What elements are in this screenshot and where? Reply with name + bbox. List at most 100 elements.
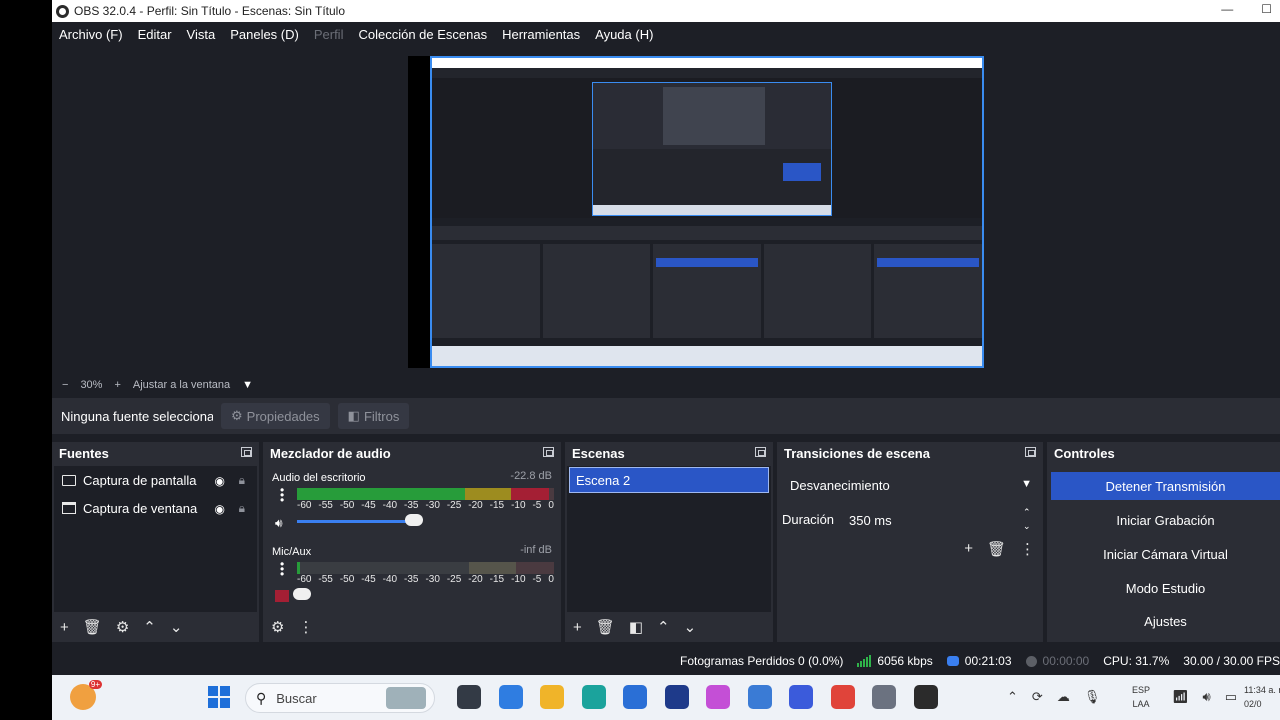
- volume-icon[interactable]: 🔊︎: [1203, 689, 1211, 705]
- preview-canvas[interactable]: [408, 56, 984, 368]
- zoom-dropdown-icon[interactable]: ▼: [242, 379, 253, 391]
- add-source-button[interactable]: +: [60, 619, 69, 636]
- stream-time: 00:21:03: [946, 654, 1012, 668]
- move-up-button[interactable]: ⌃: [143, 618, 156, 636]
- battery-icon[interactable]: ▭: [1225, 689, 1237, 705]
- taskbar-search[interactable]: ⚲ Buscar: [245, 683, 435, 713]
- settings-button[interactable]: Ajustes: [1051, 607, 1280, 635]
- add-transition-button[interactable]: +: [964, 540, 973, 558]
- store-icon[interactable]: [623, 685, 647, 709]
- obs-icon[interactable]: [913, 685, 938, 709]
- studio-mode-button[interactable]: Modo Estudio: [1051, 574, 1280, 602]
- channel-menu-icon[interactable]: • • •: [280, 558, 284, 580]
- sources-dock: Fuentes Captura de pantalla ◉ 🔒︎ Captura…: [52, 442, 259, 642]
- chrome-icon[interactable]: [830, 685, 855, 709]
- transition-menu-button[interactable]: ⋮: [1020, 540, 1035, 558]
- advanced-audio-button[interactable]: ⚙: [271, 618, 284, 636]
- meter-scale: -60 -55 -50 -45 -40 -35 -30 -25 -20 -15 -10 -5 0: [297, 574, 554, 585]
- volume-slider-handle[interactable]: [405, 514, 423, 526]
- copilot-icon[interactable]: [706, 685, 730, 709]
- source-item-window-capture[interactable]: Captura de ventana ◉ 🔒︎: [54, 494, 257, 522]
- folder-icon[interactable]: [540, 685, 564, 709]
- muted-speaker-icon[interactable]: [275, 590, 289, 602]
- filters-button[interactable]: ◧ Filtros: [337, 403, 410, 429]
- duration-input[interactable]: 350 ms: [837, 506, 1017, 534]
- zoom-in-button[interactable]: +: [114, 379, 120, 391]
- preview-area[interactable]: [52, 46, 1280, 374]
- remove-scene-button[interactable]: 🗑︎: [596, 618, 615, 636]
- remove-transition-button[interactable]: 🗑︎: [987, 540, 1006, 558]
- scenes-title: Escenas: [572, 445, 625, 461]
- menu-coleccion-escenas[interactable]: Colección de Escenas: [358, 27, 487, 42]
- mic-icon[interactable]: 🎙︎: [1084, 689, 1101, 705]
- monitor-icon: [62, 474, 76, 486]
- minimize-button[interactable]: —: [1221, 2, 1233, 16]
- tray-overflow-icon[interactable]: ⌃: [1007, 689, 1018, 705]
- duration-spinner[interactable]: ⌃ ⌄: [1023, 505, 1031, 533]
- edge-icon[interactable]: [581, 685, 606, 709]
- start-virtual-camera-button[interactable]: Iniciar Cámara Virtual: [1051, 540, 1280, 568]
- lock-icon[interactable]: 🔒︎: [239, 501, 245, 516]
- undock-icon[interactable]: [543, 447, 554, 457]
- lock-icon[interactable]: 🔒︎: [239, 473, 245, 488]
- mixer-channel-desktop: Audio del escritorio -22.8 dB • • • -60 -55…: [265, 466, 559, 540]
- volume-slider-handle[interactable]: [293, 588, 311, 600]
- menu-paneles[interactable]: Paneles (D): [230, 27, 299, 42]
- move-down-button[interactable]: ⌄: [170, 618, 183, 636]
- undock-icon[interactable]: [755, 447, 766, 457]
- scene-down-button[interactable]: ⌄: [684, 618, 697, 636]
- notification-badge: 9+: [88, 680, 102, 689]
- scene-item[interactable]: Escena 2: [569, 467, 769, 493]
- undock-icon[interactable]: [241, 447, 252, 457]
- scene-up-button[interactable]: ⌃: [657, 618, 670, 636]
- zoom-fit-label[interactable]: Ajustar a la ventana: [133, 379, 230, 391]
- menu-vista[interactable]: Vista: [187, 27, 216, 42]
- zoom-level: 30%: [80, 379, 103, 391]
- channel-name: Audio del escritorio: [272, 472, 366, 484]
- gallery-icon[interactable]: [747, 685, 772, 709]
- file-explorer-icon[interactable]: [457, 685, 481, 709]
- meter-scale: -60 -55 -50 -45 -40 -35 -30 -25 -20 -15 -10 -5 0: [297, 500, 554, 511]
- remove-source-button[interactable]: 🗑︎: [83, 618, 102, 636]
- cpu-usage: CPU: 31.7%: [1103, 654, 1170, 668]
- start-recording-button[interactable]: Iniciar Grabación: [1051, 506, 1280, 534]
- stop-streaming-button[interactable]: Detener Transmisión: [1051, 472, 1280, 500]
- menu-ayuda[interactable]: Ayuda (H): [595, 27, 653, 42]
- start-button[interactable]: [208, 686, 230, 708]
- mixer-menu-button[interactable]: ⋮: [298, 618, 313, 636]
- speaker-icon[interactable]: 🔊︎: [275, 516, 283, 531]
- scene-filters-button[interactable]: ◧: [629, 618, 643, 636]
- captured-screen: [430, 56, 984, 368]
- clock[interactable]: 11:34 a. m. 02/0: [1244, 683, 1280, 711]
- source-item-screen-capture[interactable]: Captura de pantalla ◉ 🔒︎: [54, 466, 257, 494]
- menu-herramientas[interactable]: Herramientas: [502, 27, 580, 42]
- menu-perfil[interactable]: Perfil: [314, 27, 344, 42]
- undock-icon[interactable]: [1025, 447, 1036, 457]
- record-time: 00:00:00: [1025, 654, 1089, 668]
- maximize-button[interactable]: ☐: [1261, 2, 1272, 16]
- weather-widget-icon[interactable]: 9+: [70, 680, 102, 710]
- wifi-icon[interactable]: 📶︎: [1172, 689, 1189, 705]
- add-scene-button[interactable]: +: [573, 619, 582, 636]
- record-icon: [1025, 655, 1037, 667]
- source-settings-button[interactable]: ⚙: [116, 618, 129, 636]
- settings-icon[interactable]: [872, 685, 896, 709]
- search-placeholder: Buscar: [276, 690, 317, 706]
- menu-archivo[interactable]: Archivo (F): [59, 27, 123, 42]
- menu-editar[interactable]: Editar: [138, 27, 172, 42]
- properties-button[interactable]: ⚙ Propiedades: [221, 403, 330, 429]
- cloud-icon[interactable]: ☁: [1057, 689, 1070, 705]
- eye-icon[interactable]: ◉: [215, 502, 225, 516]
- transition-select[interactable]: Desvanecimiento ▼: [782, 470, 1038, 500]
- eye-icon[interactable]: ◉: [215, 474, 225, 488]
- source-toolbar: Ninguna fuente seleccionada ⚙ Propiedade…: [52, 398, 1280, 434]
- zoom-out-button[interactable]: −: [62, 379, 68, 391]
- mail-icon[interactable]: [498, 685, 523, 709]
- c-app-icon[interactable]: [789, 685, 813, 709]
- obs-window: OBS 32.0.4 - Perfil: Sin Título - Escena…: [52, 0, 1280, 675]
- sync-icon[interactable]: ⟳: [1032, 689, 1043, 705]
- channel-menu-icon[interactable]: • • •: [280, 484, 284, 506]
- volume-slider-fill[interactable]: [297, 520, 413, 523]
- l-app-icon[interactable]: [664, 685, 689, 709]
- language-indicator[interactable]: ESP LAA: [1132, 683, 1150, 711]
